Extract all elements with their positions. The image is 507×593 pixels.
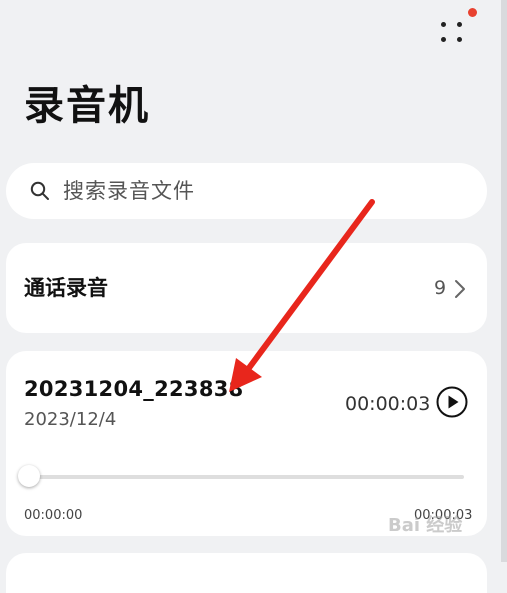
annotation-arrow-icon bbox=[229, 199, 375, 392]
watermark: Bai 经验 bbox=[388, 515, 463, 536]
